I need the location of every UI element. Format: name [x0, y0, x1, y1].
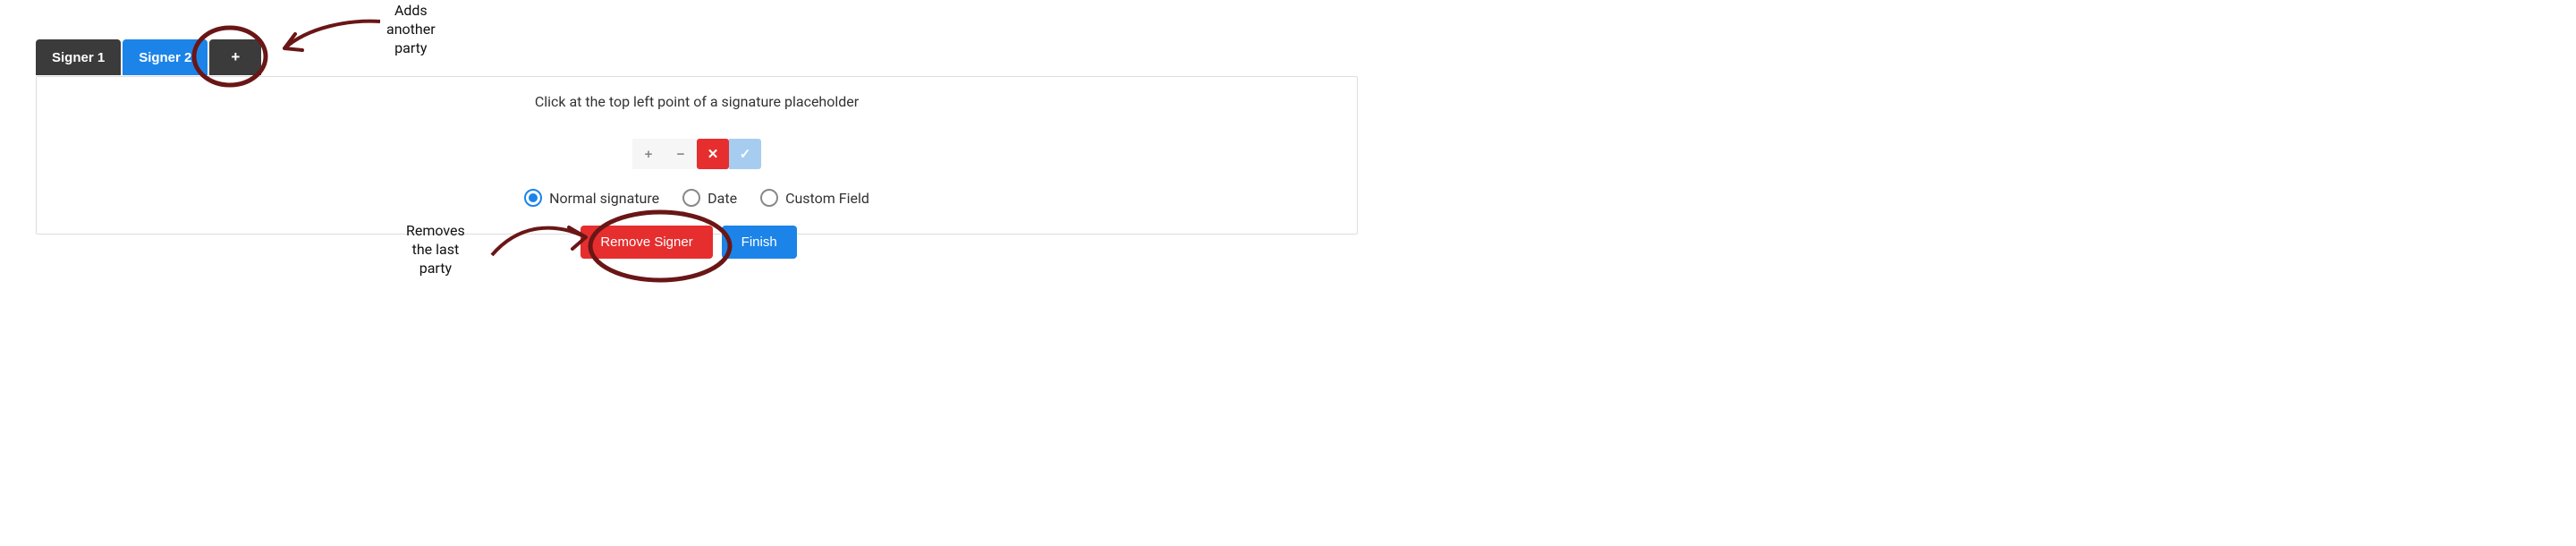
radio-date[interactable]: Date	[682, 189, 737, 207]
plus-icon: +	[645, 147, 653, 162]
radio-normal-signature[interactable]: Normal signature	[524, 189, 659, 207]
radio-icon	[524, 189, 542, 207]
tab-signer-2[interactable]: Signer 2	[123, 39, 208, 75]
check-icon: ✓	[740, 146, 751, 162]
radio-icon	[682, 189, 700, 207]
remove-signer-button[interactable]: Remove Signer	[580, 226, 712, 259]
finish-button[interactable]: Finish	[722, 226, 797, 259]
placeholder-toolbar: + − ✕ ✓	[632, 139, 761, 169]
radio-label: Custom Field	[785, 190, 869, 207]
instruction-text: Click at the top left point of a signatu…	[37, 93, 1357, 110]
signer-tabs: Signer 1 Signer 2 +	[36, 39, 263, 75]
signature-panel: Click at the top left point of a signatu…	[36, 76, 1358, 235]
radio-custom-field[interactable]: Custom Field	[760, 189, 869, 207]
minus-icon: −	[677, 147, 685, 162]
tab-signer-1[interactable]: Signer 1	[36, 39, 121, 75]
radio-label: Normal signature	[549, 190, 659, 207]
zoom-out-button[interactable]: −	[665, 139, 697, 169]
zoom-in-button[interactable]: +	[632, 139, 665, 169]
confirm-button[interactable]: ✓	[729, 139, 761, 169]
cancel-button[interactable]: ✕	[697, 139, 729, 169]
annotation-remove-party: Removes the last party	[406, 222, 465, 277]
close-icon: ✕	[708, 146, 719, 162]
radio-label: Date	[708, 190, 737, 207]
radio-icon	[760, 189, 778, 207]
signature-type-radios: Normal signature Date Custom Field	[37, 189, 1357, 207]
annotation-add-party: Adds another party	[386, 2, 436, 57]
tab-add-signer[interactable]: +	[209, 39, 261, 75]
bottom-button-row: Remove Signer Finish	[0, 226, 1377, 259]
